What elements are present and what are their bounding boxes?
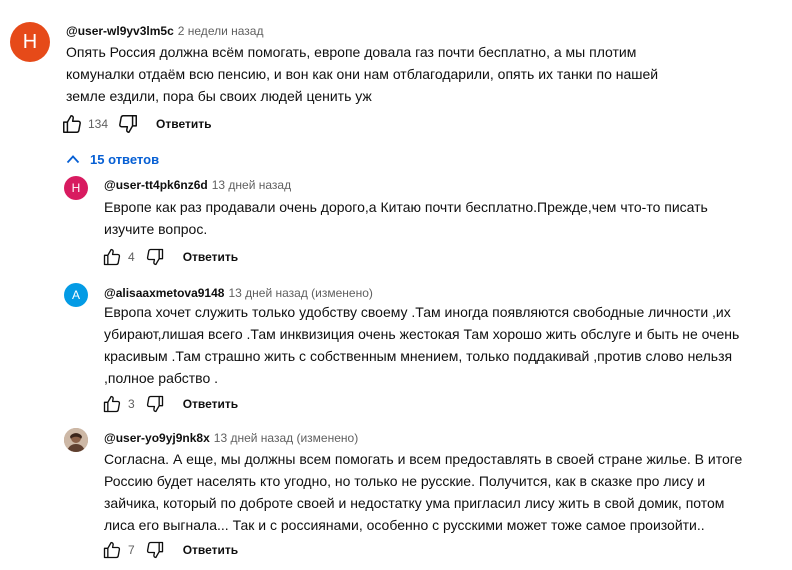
comment-actions: 7 Ответить bbox=[100, 538, 238, 562]
comment-line: Европе как раз продавали очень дорого,а … bbox=[104, 199, 708, 215]
thumb-up-icon bbox=[63, 115, 81, 133]
thumb-up-icon bbox=[103, 395, 121, 413]
reply-button[interactable]: Ответить bbox=[183, 543, 238, 557]
dislike-button[interactable] bbox=[143, 538, 167, 562]
avatar[interactable]: Н bbox=[10, 22, 50, 62]
comment-time[interactable]: 13 дней назад (изменено) bbox=[228, 286, 372, 300]
comment-text: Согласна. А еще, мы должны всем помогать… bbox=[104, 448, 784, 536]
comment-header: @user-tt4pk6nz6d 13 дней назад bbox=[104, 178, 291, 192]
comment-line: красивым .Там страшно жить с собственным… bbox=[104, 348, 733, 364]
comment-actions: 4 Ответить bbox=[100, 245, 238, 269]
author-name[interactable]: @alisaaxmetova9148 bbox=[104, 286, 224, 300]
dislike-button[interactable] bbox=[143, 392, 167, 416]
reply-button[interactable]: Ответить bbox=[183, 250, 238, 264]
comment-header: @user-wl9yv3lm5c 2 недели назад bbox=[66, 24, 263, 38]
thumb-down-icon bbox=[146, 395, 163, 413]
avatar[interactable]: Н bbox=[64, 176, 88, 200]
comment-line: убирают,лишая всего .Там инквизиция очен… bbox=[104, 326, 740, 342]
thumb-down-icon bbox=[119, 115, 138, 133]
comment-line: Опять Россия должна всём помогать, европ… bbox=[66, 44, 637, 60]
dislike-button[interactable] bbox=[116, 112, 140, 136]
replies-count-label: 15 ответов bbox=[90, 151, 160, 167]
thumb-down-icon bbox=[146, 541, 163, 559]
comment-actions: 134 Ответить bbox=[60, 112, 211, 136]
comment-line: земле ездили, пора бы своих людей ценить… bbox=[66, 88, 372, 104]
comment-header: @user-yo9yj9nk8x 13 дней назад (изменено) bbox=[104, 431, 358, 445]
author-name[interactable]: @user-yo9yj9nk8x bbox=[104, 431, 210, 445]
author-name[interactable]: @user-tt4pk6nz6d bbox=[104, 178, 208, 192]
comment-line: Россию будет населять кто угодно, но тол… bbox=[104, 473, 706, 489]
like-button[interactable] bbox=[100, 538, 124, 562]
avatar-letter: Н bbox=[71, 181, 81, 195]
avatar-letter: A bbox=[71, 288, 80, 302]
comment-text: Опять Россия должна всём помогать, европ… bbox=[66, 41, 776, 107]
comment-text: Европе как раз продавали очень дорого,а … bbox=[104, 196, 784, 240]
avatar-letter: Н bbox=[22, 30, 38, 53]
like-count: 4 bbox=[128, 250, 135, 264]
comment-actions: 3 Ответить bbox=[100, 392, 238, 416]
reply-button[interactable]: Ответить bbox=[183, 397, 238, 411]
thumb-down-icon bbox=[146, 248, 163, 266]
like-button[interactable] bbox=[100, 245, 124, 269]
thumb-up-icon bbox=[103, 541, 121, 559]
comment-time[interactable]: 13 дней назад bbox=[212, 178, 291, 192]
author-name[interactable]: @user-wl9yv3lm5c bbox=[66, 24, 174, 38]
comment-line: Согласна. А еще, мы должны всем помогать… bbox=[104, 451, 743, 467]
comment-line: зайчика, который по доброте своей и недо… bbox=[104, 495, 725, 511]
like-count: 3 bbox=[128, 397, 135, 411]
comment-line: изучите вопрос. bbox=[104, 221, 208, 237]
comment-line: комуналки отдаём всю пенсию, и вон как о… bbox=[66, 66, 659, 82]
comment-line: ,полное рабство . bbox=[104, 370, 219, 386]
thumb-up-icon bbox=[103, 248, 121, 266]
user-photo-icon bbox=[64, 428, 88, 452]
like-button[interactable] bbox=[60, 112, 84, 136]
replies-toggle-button[interactable]: 15 ответов bbox=[66, 149, 159, 169]
comment-time[interactable]: 13 дней назад (изменено) bbox=[214, 431, 358, 445]
like-count: 134 bbox=[88, 117, 109, 131]
avatar[interactable]: A bbox=[64, 283, 88, 307]
like-count: 7 bbox=[128, 543, 135, 557]
comment-time[interactable]: 2 недели назад bbox=[178, 24, 264, 38]
avatar[interactable] bbox=[64, 428, 88, 452]
comment-line: Европа хочет служить только удобству сво… bbox=[104, 304, 731, 320]
comment-line: лиса его выгнала... Так и с россиянами, … bbox=[104, 517, 705, 533]
comment-text: Европа хочет служить только удобству сво… bbox=[104, 301, 784, 389]
like-button[interactable] bbox=[100, 392, 124, 416]
chevron-up-icon bbox=[66, 155, 80, 164]
reply-button[interactable]: Ответить bbox=[156, 117, 211, 131]
comment-header: @alisaaxmetova9148 13 дней назад (изменен… bbox=[104, 286, 373, 300]
dislike-button[interactable] bbox=[143, 245, 167, 269]
